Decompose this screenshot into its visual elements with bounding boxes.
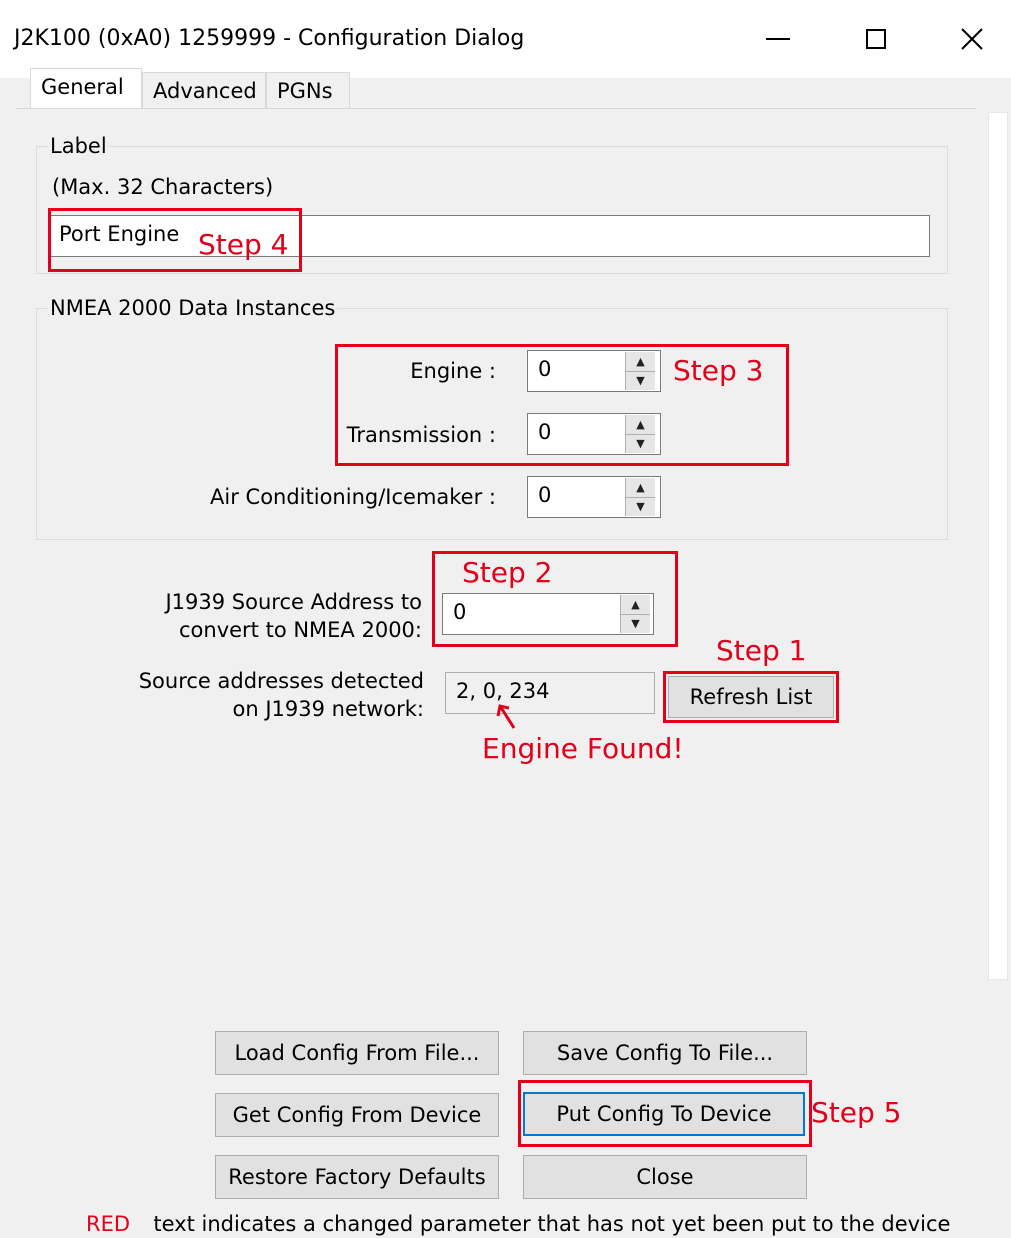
chevron-up-icon[interactable]: ▲ [626,478,655,498]
aircon-value: 0 [538,483,552,507]
chevron-down-icon[interactable]: ▼ [626,498,655,517]
step2-annotation: Step 2 [462,556,553,589]
tab-advanced[interactable]: Advanced [142,72,266,108]
close-icon [961,28,983,50]
close-button[interactable]: Close [523,1155,807,1199]
maximize-button[interactable] [846,10,906,68]
vertical-scrollbar[interactable] [988,112,1008,980]
arrow-up-left-icon [496,704,516,729]
detected-addresses-label-line1: Source addresses detected [138,669,424,693]
step5-highlight-box [518,1080,812,1147]
instances-group-title: NMEA 2000 Data Instances [48,296,338,320]
tab-general[interactable]: General [30,68,142,109]
step4-annotation: Step 4 [198,228,289,261]
legend-text: text indicates a changed parameter that … [153,1212,951,1236]
engine-found-annotation: Engine Found! [482,732,684,765]
tab-label: Advanced [153,79,257,103]
aircon-label: Air Conditioning/Icemaker : [210,485,496,509]
detected-addresses-field: 2, 0, 234 [445,672,655,714]
source-address-label-line2: convert to NMEA 2000: [178,618,422,642]
red-text-legend: RED text indicates a changed parameter t… [86,1212,950,1236]
tab-pgns[interactable]: PGNs [266,72,350,108]
step3-annotation: Step 3 [673,354,764,387]
save-config-button[interactable]: Save Config To File... [523,1031,807,1075]
source-address-label-line1: J1939 Source Address to [165,590,422,614]
aircon-stepper[interactable]: ▲ ▼ [625,478,655,516]
close-window-button[interactable] [942,10,1002,68]
restore-defaults-button[interactable]: Restore Factory Defaults [215,1155,499,1199]
minimize-icon [766,38,790,40]
step5-annotation: Step 5 [811,1096,902,1129]
get-config-button[interactable]: Get Config From Device [215,1093,499,1137]
minimize-button[interactable] [748,10,808,68]
step1-highlight-box [663,671,839,723]
label-hint: (Max. 32 Characters) [52,175,274,199]
maximize-icon [866,29,886,49]
tab-label: PGNs [277,79,333,103]
step1-annotation: Step 1 [716,634,807,667]
window-title: J2K100 (0xA0) 1259999 - Configuration Di… [14,26,525,51]
load-config-button[interactable]: Load Config From File... [215,1031,499,1075]
legend-red-word: RED [86,1212,131,1236]
detected-addresses-label-line2: on J1939 network: [232,697,424,721]
label-group-title: Label [48,134,109,158]
tab-label: General [41,75,124,99]
